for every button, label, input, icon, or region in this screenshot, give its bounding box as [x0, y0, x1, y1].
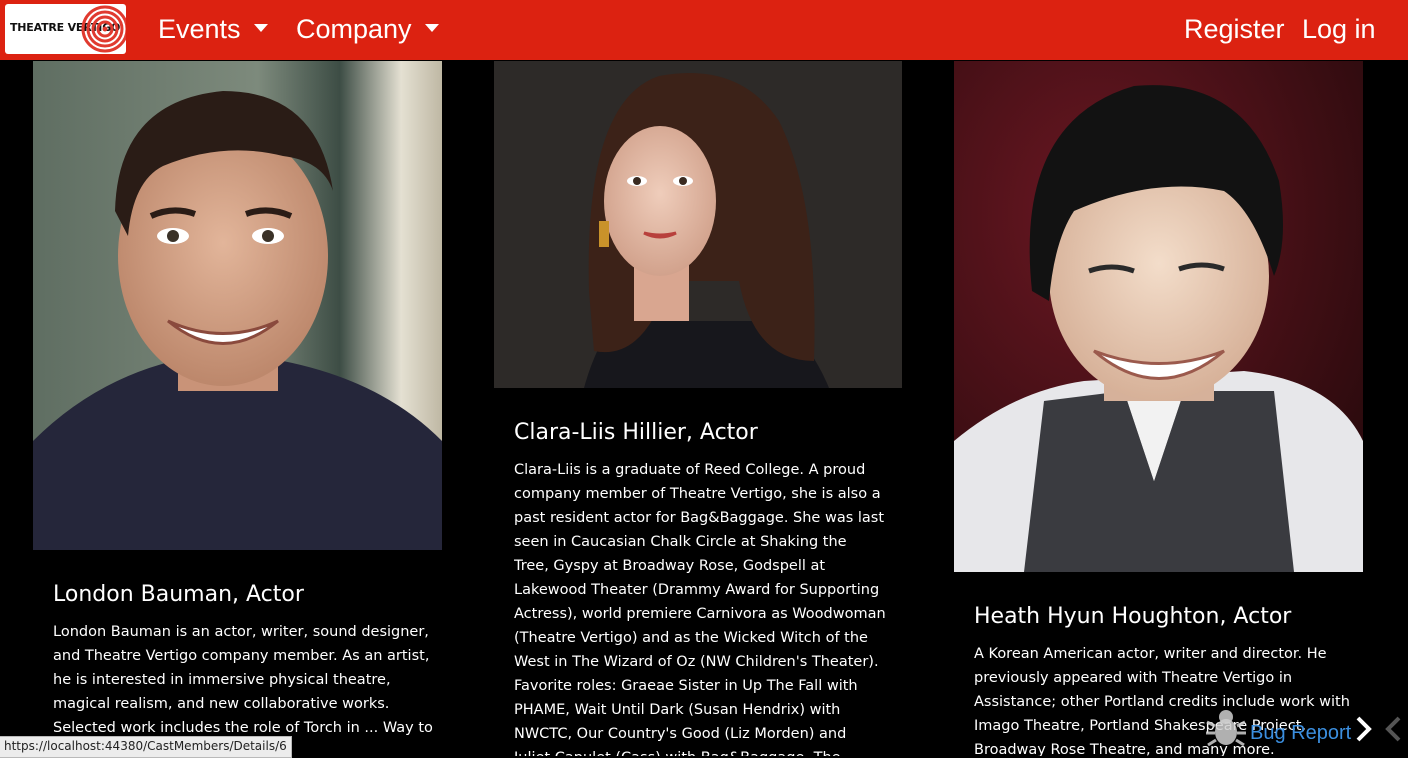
cast-name: Heath Hyun Houghton, Actor	[974, 604, 1292, 629]
cast-photo[interactable]	[954, 61, 1363, 572]
cast-name: London Bauman, Actor	[53, 582, 304, 607]
chevron-left-icon[interactable]	[1383, 716, 1403, 742]
login-link[interactable]: Log in	[1302, 14, 1376, 45]
caret-down-icon	[424, 23, 439, 32]
nav-company-label: Company	[296, 14, 412, 44]
register-link[interactable]: Register	[1184, 14, 1285, 45]
top-navbar: THEATRE VERTIGO Events Company Register …	[0, 0, 1408, 60]
nav-company-dropdown[interactable]: Company	[296, 14, 439, 45]
bug-report-link[interactable]: Bug Report	[1250, 722, 1351, 745]
caret-down-icon	[253, 23, 268, 32]
bug-icon[interactable]	[1204, 706, 1248, 750]
spiral-logo-icon	[81, 5, 126, 53]
cast-name: Clara-Liis Hillier, Actor	[514, 420, 758, 445]
chevron-right-icon[interactable]	[1354, 716, 1374, 742]
theatre-vertigo-logo[interactable]: THEATRE VERTIGO	[5, 4, 126, 54]
cast-bio: Clara-Liis is a graduate of Reed College…	[514, 462, 886, 756]
cast-photo[interactable]	[33, 61, 442, 550]
nav-events-dropdown[interactable]: Events	[158, 14, 268, 45]
nav-events-label: Events	[158, 14, 241, 44]
cast-photo[interactable]	[494, 61, 902, 388]
status-bar-url: https://localhost:44380/CastMembers/Deta…	[0, 736, 292, 758]
